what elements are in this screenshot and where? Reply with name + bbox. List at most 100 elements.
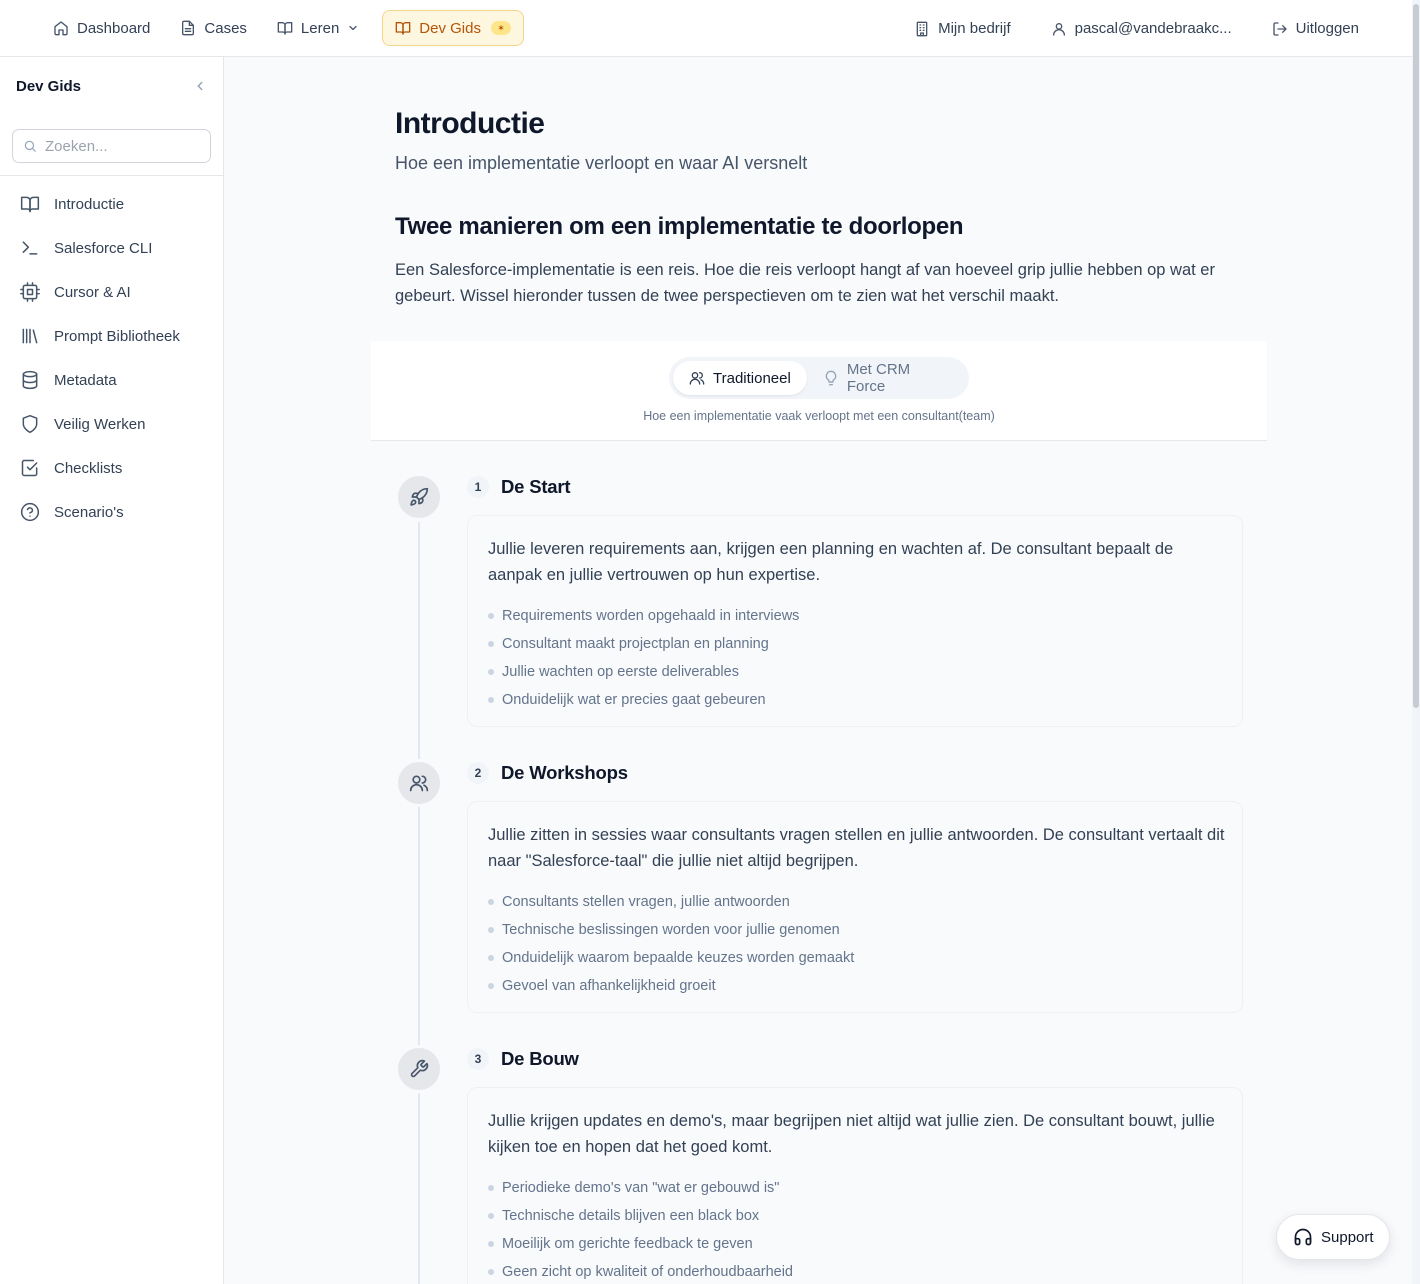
nav-dev-gids[interactable]: Dev Gids ✶ xyxy=(382,10,524,46)
perspective-toggle-panel: Traditioneel Met CRM Force Hoe een imple… xyxy=(371,341,1267,441)
sidebar-item-label: Cursor & AI xyxy=(54,283,131,301)
perspective-toggle: Traditioneel Met CRM Force xyxy=(669,357,969,399)
toggle-met-crm-force-label: Met CRM Force xyxy=(846,361,911,395)
sidebar-header: Dev Gids xyxy=(0,57,223,115)
sidebar-item-label: Metadata xyxy=(54,371,117,389)
section-title: Twee manieren om een implementatie te do… xyxy=(395,213,964,240)
sidebar: Dev Gids Introductie Salesforce CLI Curs… xyxy=(0,57,224,1284)
library-icon xyxy=(20,326,40,346)
list-item: Moeilijk om gerichte feedback te geven xyxy=(488,1230,1222,1258)
home-icon xyxy=(53,20,69,36)
terminal-icon xyxy=(20,238,40,258)
nav-cases-label: Cases xyxy=(204,19,247,37)
sidebar-item-salesforce-cli[interactable]: Salesforce CLI xyxy=(0,226,223,270)
toggle-traditioneel[interactable]: Traditioneel xyxy=(673,361,807,395)
sidebar-item-veilig-werken[interactable]: Veilig Werken xyxy=(0,402,223,446)
wrench-icon xyxy=(395,1045,443,1093)
book-icon xyxy=(277,20,293,36)
support-label: Support xyxy=(1321,1228,1374,1246)
step-bullets: Requirements worden opgehaald in intervi… xyxy=(488,602,1222,714)
list-item: Technische details blijven een black box xyxy=(488,1202,1222,1230)
file-icon xyxy=(180,20,196,36)
top-navigation: Dashboard Cases Leren Dev Gids ✶ Mijn be… xyxy=(0,0,1412,57)
step-bullets: Periodieke demo's van "wat er gebouwd is… xyxy=(488,1174,1222,1284)
nav-dashboard-label: Dashboard xyxy=(77,19,151,37)
book-open-icon xyxy=(20,194,40,214)
timeline-line xyxy=(418,522,420,1284)
sidebar-item-cursor-ai[interactable]: Cursor & AI xyxy=(0,270,223,314)
step-description: Jullie krijgen updates en demo's, maar b… xyxy=(488,1112,1215,1156)
support-button[interactable]: Support xyxy=(1276,1214,1390,1260)
step-card: Jullie krijgen updates en demo's, maar b… xyxy=(467,1087,1243,1284)
chevron-left-icon[interactable] xyxy=(193,79,207,93)
toggle-traditioneel-label: Traditioneel xyxy=(713,369,791,387)
list-item: Geen zicht op kwaliteit of onderhoudbaar… xyxy=(488,1258,1222,1284)
nav-left: Dashboard Cases Leren Dev Gids ✶ xyxy=(40,10,524,46)
sidebar-item-label: Scenario's xyxy=(54,503,124,521)
nav-leren[interactable]: Leren xyxy=(264,10,372,46)
page-title: Introductie xyxy=(395,107,545,140)
cpu-icon xyxy=(20,282,40,302)
check-square-icon xyxy=(20,458,40,478)
sidebar-item-label: Veilig Werken xyxy=(54,415,146,433)
step-number: 2 xyxy=(467,762,489,784)
users-icon xyxy=(395,759,443,807)
shield-icon xyxy=(20,414,40,434)
toggle-met-crm-force[interactable]: Met CRM Force xyxy=(807,361,965,395)
page-subtitle: Hoe een implementatie verloopt en waar A… xyxy=(395,153,808,173)
page-scrollbar[interactable] xyxy=(1412,0,1420,1284)
list-item: Technische beslissingen worden voor jull… xyxy=(488,916,1222,944)
sidebar-item-scenarios[interactable]: Scenario's xyxy=(0,490,223,534)
nav-mijn-bedrijf-label: Mijn bedrijf xyxy=(938,20,1011,37)
list-item: Requirements worden opgehaald in intervi… xyxy=(488,602,1222,630)
sidebar-item-checklists[interactable]: Checklists xyxy=(0,446,223,490)
sidebar-item-prompt-bibliotheek[interactable]: Prompt Bibliotheek xyxy=(0,314,223,358)
main-content: Introductie Hoe een implementatie verloo… xyxy=(224,57,1412,1284)
nav-uitloggen[interactable]: Uitloggen xyxy=(1259,11,1372,47)
list-item: Consultants stellen vragen, jullie antwo… xyxy=(488,888,1222,916)
step-card: Jullie zitten in sessies waar consultant… xyxy=(467,801,1243,1013)
step-title: De Workshops xyxy=(501,762,628,783)
list-item: Gevoel van afhankelijkheid groeit xyxy=(488,972,1222,1000)
nav-user-account[interactable]: pascal@vandebraakc... xyxy=(1038,11,1245,47)
list-item: Onduidelijk waarom bepaalde keuzes worde… xyxy=(488,944,1222,972)
headphones-icon xyxy=(1293,1227,1313,1247)
step-header: 1 De Start xyxy=(467,476,571,498)
sidebar-search xyxy=(12,129,211,163)
sidebar-item-label: Checklists xyxy=(54,459,123,477)
list-item: Periodieke demo's van "wat er gebouwd is… xyxy=(488,1174,1222,1202)
step-header: 2 De Workshops xyxy=(467,762,628,784)
lightbulb-icon xyxy=(823,370,839,386)
step-title: De Start xyxy=(501,476,571,497)
step-bullets: Consultants stellen vragen, jullie antwo… xyxy=(488,888,1222,1000)
sidebar-item-label: Salesforce CLI xyxy=(54,239,153,257)
toggle-caption: Hoe een implementatie vaak verloopt met … xyxy=(643,409,995,423)
database-icon xyxy=(20,370,40,390)
nav-cases[interactable]: Cases xyxy=(167,10,260,46)
book-open-icon xyxy=(395,20,411,36)
sidebar-item-label: Introductie xyxy=(54,195,125,213)
step-number: 1 xyxy=(467,476,489,498)
nav-dashboard[interactable]: Dashboard xyxy=(40,10,163,46)
sidebar-title: Dev Gids xyxy=(16,77,82,95)
nav-leren-label: Leren xyxy=(300,19,340,37)
help-circle-icon xyxy=(20,502,40,522)
building-icon xyxy=(914,21,930,37)
search-input[interactable] xyxy=(45,137,205,155)
list-item: Onduidelijk wat er precies gaat gebeuren xyxy=(488,686,1222,714)
scrollbar-thumb[interactable] xyxy=(1413,4,1419,708)
section-lead: Een Salesforce-implementatie is een reis… xyxy=(395,261,1215,305)
list-item: Jullie wachten op eerste deliverables xyxy=(488,658,1222,686)
nav-right: Mijn bedrijf pascal@vandebraakc... Uitlo… xyxy=(901,0,1372,57)
sparkle-badge: ✶ xyxy=(490,21,511,35)
step-description: Jullie zitten in sessies waar consultant… xyxy=(488,826,1225,870)
sidebar-item-label: Prompt Bibliotheek xyxy=(54,327,180,345)
sidebar-item-introductie[interactable]: Introductie xyxy=(0,182,223,226)
step-header: 3 De Bouw xyxy=(467,1048,579,1070)
users-icon xyxy=(689,370,705,386)
step-number: 3 xyxy=(467,1048,489,1070)
sidebar-item-metadata[interactable]: Metadata xyxy=(0,358,223,402)
nav-mijn-bedrijf[interactable]: Mijn bedrijf xyxy=(901,11,1024,47)
sidebar-menu: Introductie Salesforce CLI Cursor & AI P… xyxy=(0,176,223,534)
rocket-icon xyxy=(395,473,443,521)
